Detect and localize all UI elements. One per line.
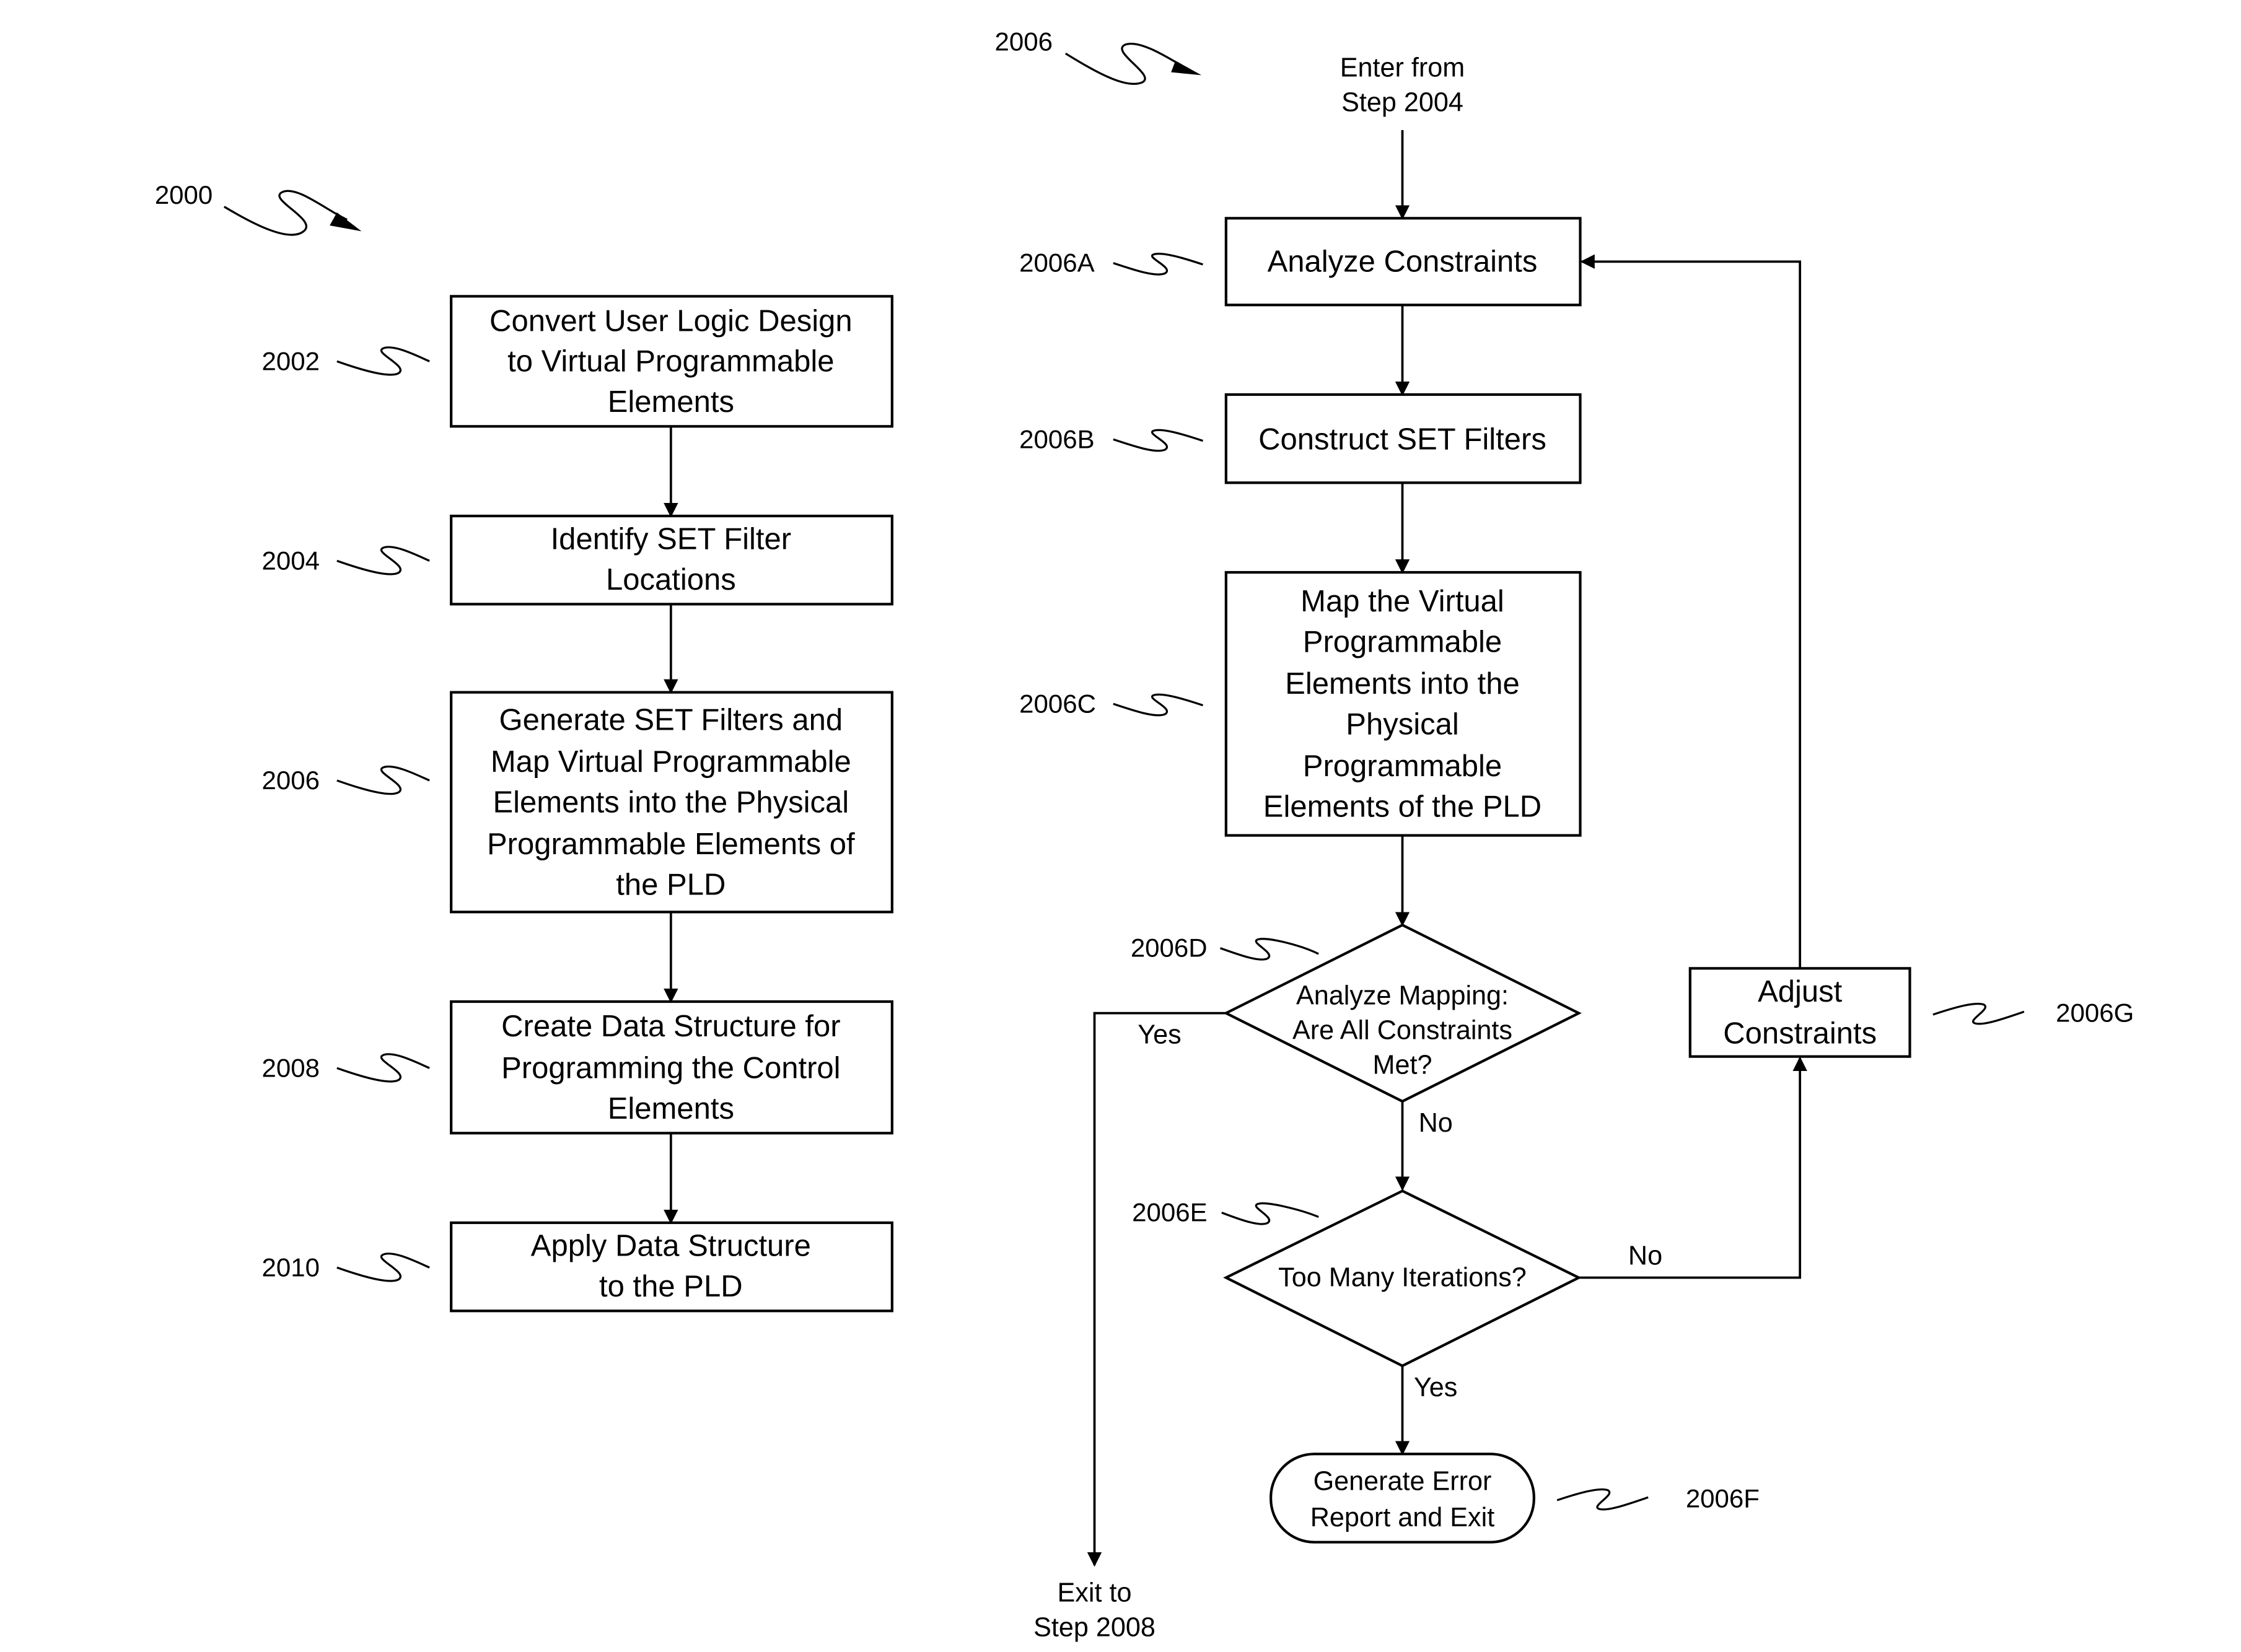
step-text-line: Programmable: [1303, 625, 1502, 658]
figure-ref-2000: 2000: [155, 180, 213, 209]
step-ref: 2006B: [1019, 424, 1094, 453]
decision-text-line: Too Many Iterations?: [1278, 1263, 1527, 1293]
step-ref: 2004: [262, 546, 320, 575]
edge-label-yes: Yes: [1138, 1020, 1181, 1050]
exit-label: Exit to: [1058, 1578, 1132, 1607]
step-text-line: Constraints: [1723, 1017, 1877, 1051]
step-text-line: Programming the Control: [501, 1052, 840, 1085]
leader-squiggle-icon: [336, 1252, 430, 1282]
leader-squiggle-icon: [336, 765, 430, 795]
leader-squiggle-icon: [1932, 1002, 2025, 1025]
step-ref: 2006A: [1019, 248, 1094, 278]
step-ref: 2002: [262, 346, 320, 375]
step-ref: 2006: [262, 766, 320, 795]
step-ref: 2006D: [1131, 933, 1208, 963]
step-2008: 2008 Create Data Structure for Programmi…: [262, 1000, 893, 1135]
squiggle-icon: [223, 190, 348, 236]
decision-text-line: Met?: [1373, 1051, 1432, 1080]
right-flow: 2006 Enter from Step 2004 2006A Analyze …: [995, 27, 2134, 1643]
decision-text-line: Are All Constraints: [1292, 1016, 1512, 1046]
step-text-line: Elements into the Physical: [493, 785, 849, 819]
step-text-line: Programmable Elements of: [487, 828, 855, 861]
exit-label: Step 2008: [1033, 1612, 1156, 1642]
step-ref: 2006C: [1019, 689, 1096, 718]
leader-squiggle-icon: [336, 1053, 430, 1083]
step-text-line: Physical: [1346, 707, 1458, 741]
step-text-line: Convert User Logic Design: [489, 304, 853, 338]
figure-ref-2006: 2006: [995, 27, 1053, 56]
leader-squiggle-icon: [1219, 938, 1319, 961]
step-2006c: 2006C Map the Virtual Programmable Eleme…: [1019, 570, 1582, 837]
step-text-line: Elements: [608, 385, 734, 419]
step-text-line: Generate SET Filters and: [499, 703, 843, 736]
step-ref: 2010: [262, 1252, 320, 1282]
yes-exit-arrow: [1087, 1012, 1226, 1567]
step-2006a: 2006A Analyze Constraints: [1019, 217, 1582, 307]
step-2006g: Adjust Constraints 2006G: [1688, 967, 2134, 1058]
terminal-text-line: Generate Error: [1313, 1467, 1492, 1497]
step-text-line: Apply Data Structure: [531, 1230, 811, 1263]
step-ref: 2006F: [1686, 1484, 1760, 1513]
step-text-line: to the PLD: [599, 1270, 743, 1303]
step-ref: 2008: [262, 1053, 320, 1082]
leader-squiggle-icon: [1221, 1202, 1319, 1225]
step-text-line: Identify SET Filter: [551, 523, 792, 556]
squiggle-icon: [1064, 43, 1186, 85]
step-text-line: Elements: [608, 1092, 734, 1125]
step-2004: 2004 Identify SET Filter Locations: [262, 514, 893, 606]
entry-label: Enter from: [1340, 53, 1465, 83]
terminal-text-line: Report and Exit: [1310, 1503, 1494, 1532]
step-2002: 2002 Convert User Logic Design to Virtua…: [262, 295, 893, 428]
step-text-line: Map the Virtual: [1300, 585, 1504, 618]
step-text-line: Elements of the PLD: [1263, 790, 1542, 823]
step-text-line: Elements into the: [1285, 667, 1520, 701]
step-ref: 2006E: [1132, 1198, 1207, 1227]
entry-label: Step 2004: [1341, 88, 1463, 118]
loop-back-arrow: [1580, 254, 1802, 969]
step-text-line: Analyze Constraints: [1268, 245, 1538, 279]
no-adjust-arrow: [1579, 1056, 1807, 1279]
decision-text-line: Analyze Mapping:: [1296, 981, 1509, 1011]
step-ref: 2006G: [2056, 999, 2134, 1028]
step-text-line: to Virtual Programmable: [507, 345, 834, 378]
terminal-2006f: Generate Error Report and Exit 2006F: [1270, 1453, 1760, 1544]
leader-squiggle-icon: [1113, 253, 1204, 276]
step-text-line: Construct SET Filters: [1258, 423, 1546, 457]
leader-squiggle-icon: [1113, 429, 1204, 452]
left-flow: 2000 2002 Convert User Logic Design to V…: [155, 180, 893, 1313]
leader-squiggle-icon: [1556, 1488, 1649, 1511]
leader-squiggle-icon: [336, 546, 430, 575]
step-2010: 2010 Apply Data Structure to the PLD: [262, 1221, 893, 1313]
step-text-line: Map Virtual Programmable: [491, 745, 851, 779]
arrow-head-icon: [330, 212, 362, 232]
edge-label-no: No: [1419, 1108, 1453, 1138]
step-text-line: the PLD: [616, 868, 726, 901]
step-text-line: Programmable: [1303, 750, 1502, 783]
edge-label-yes: Yes: [1414, 1373, 1457, 1402]
leader-squiggle-icon: [336, 346, 430, 376]
step-text-line: Create Data Structure for: [501, 1010, 840, 1043]
arrow-head-icon: [1171, 61, 1202, 76]
step-2006: 2006 Generate SET Filters and Map Virtua…: [262, 691, 893, 914]
leader-squiggle-icon: [1113, 693, 1204, 717]
edge-label-no: No: [1628, 1241, 1662, 1271]
flowchart-figure: 2000 2002 Convert User Logic Design to V…: [155, 27, 2134, 1643]
decision-2006e: 2006E Too Many Iterations?: [1132, 1189, 1582, 1368]
step-text-line: Adjust: [1758, 975, 1843, 1008]
step-text-line: Locations: [606, 563, 736, 597]
step-2006b: 2006B Construct SET Filters: [1019, 393, 1582, 484]
